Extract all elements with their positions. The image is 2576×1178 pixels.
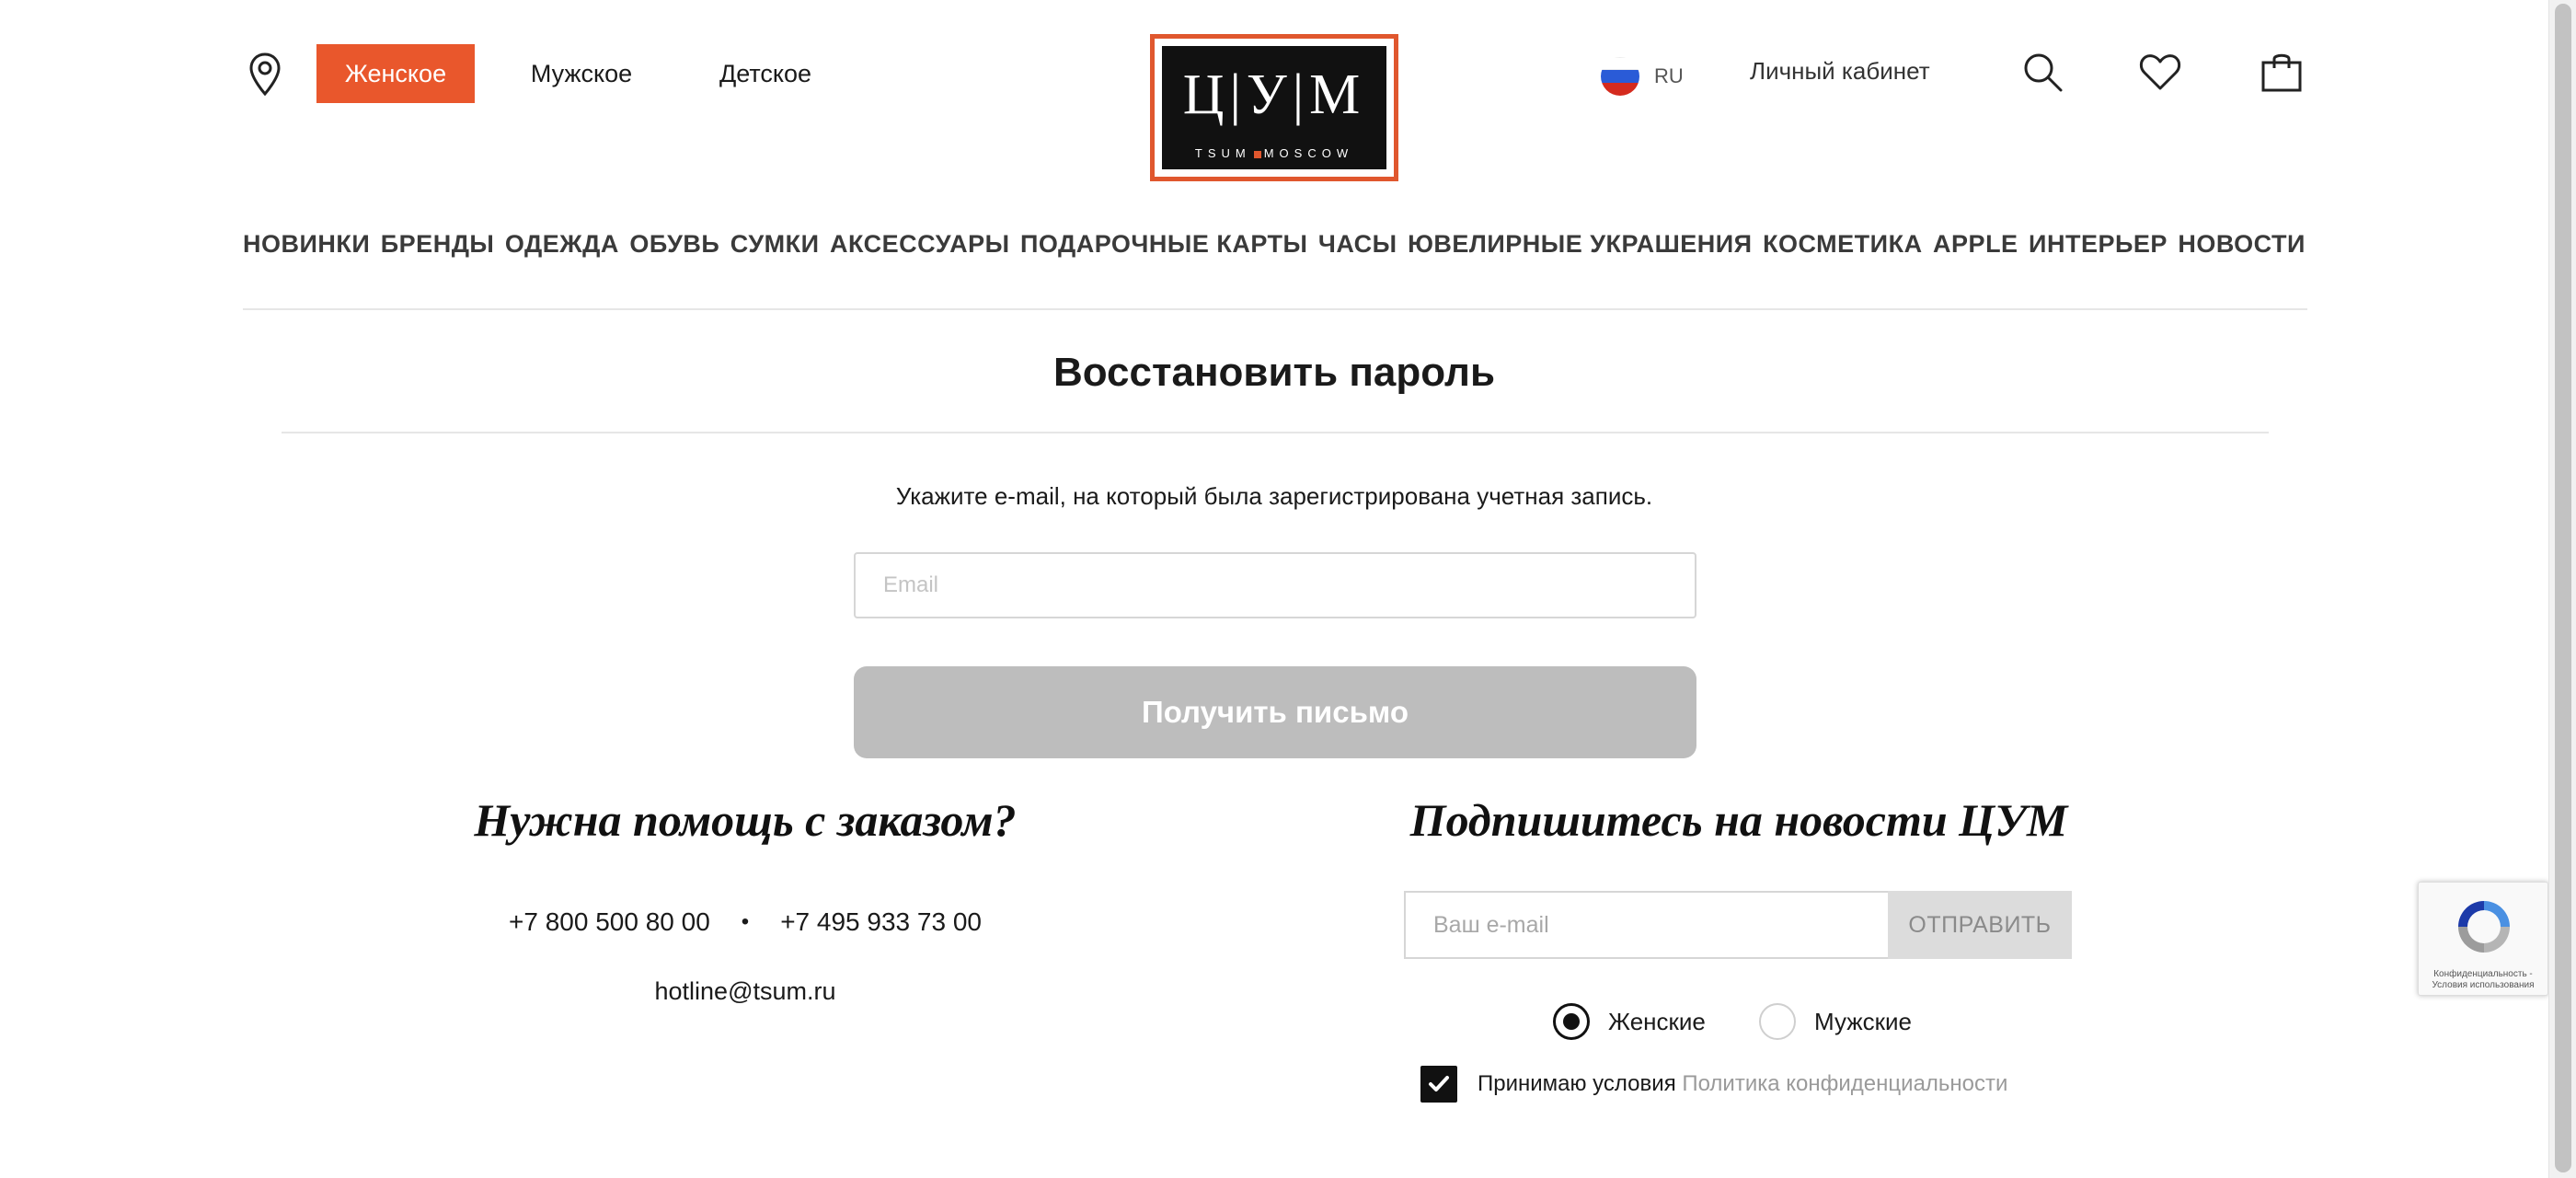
recaptcha-icon xyxy=(2458,901,2510,953)
nav-item-apple[interactable]: APPLE xyxy=(1933,230,2018,259)
recaptcha-text[interactable]: Конфиденциальность - Условия использован… xyxy=(2419,969,2547,991)
nav-item-clothing[interactable]: ОДЕЖДА xyxy=(505,230,619,259)
logo-letters: Ц|У|М xyxy=(1182,64,1366,126)
help-title: Нужна помощь с заказом? xyxy=(474,794,1017,846)
nav-item-gift-cards[interactable]: ПОДАРОЧНЫЕ КАРТЫ xyxy=(1020,230,1307,259)
tab-men[interactable]: Мужское xyxy=(515,44,648,103)
recovery-hint: Укажите e-mail, на который была зарегист… xyxy=(895,482,1653,510)
radio-women-circle[interactable] xyxy=(1553,1003,1590,1040)
phone-separator: • xyxy=(741,909,750,934)
nav-item-jewelry[interactable]: ЮВЕЛИРНЫЕ УКРАШЕНИЯ xyxy=(1408,230,1753,259)
privacy-policy-link[interactable]: Политика конфиденциальности xyxy=(1682,1071,2007,1096)
nav-item-interior[interactable]: ИНТЕРЬЕР xyxy=(2029,230,2168,259)
terms-text: Принимаю условия xyxy=(1478,1071,1676,1096)
hotline-email-link[interactable]: hotline@tsum.ru xyxy=(350,977,1141,1006)
terms-row: Принимаю условия Политика конфиденциальн… xyxy=(1420,1066,2007,1103)
check-icon xyxy=(1429,1076,1449,1091)
language-switcher[interactable]: RU xyxy=(1601,57,1684,96)
terms-label: Принимаю условия Политика конфиденциальн… xyxy=(1478,1071,2007,1097)
get-letter-button[interactable]: Получить письмо xyxy=(854,666,1696,758)
page-title: Восстановить пароль xyxy=(1052,350,1496,395)
logo-plate: Ц|У|М TSUM MOSCOW xyxy=(1162,46,1386,169)
site-header: Женское Мужское Детское Ц|У|М TSUM MOSCOW… xyxy=(0,0,2576,184)
tab-women[interactable]: Женское xyxy=(316,44,475,103)
radio-women[interactable]: Женские xyxy=(1553,1003,1706,1040)
subscribe-send-button[interactable]: ОТПРАВИТЬ xyxy=(1888,891,2072,959)
logo-subtitle-right: MOSCOW xyxy=(1263,146,1354,160)
nav-item-new[interactable]: НОВИНКИ xyxy=(243,230,370,259)
radio-men-circle[interactable] xyxy=(1759,1003,1796,1040)
nav-item-cosmetics[interactable]: КОСМЕТИКА xyxy=(1763,230,1923,259)
category-nav: НОВИНКИ БРЕНДЫ ОДЕЖДА ОБУВЬ СУМКИ АКСЕСС… xyxy=(243,230,2306,259)
radio-men[interactable]: Мужские xyxy=(1759,1003,1912,1040)
title-divider xyxy=(282,432,2269,433)
scroll-thumb[interactable] xyxy=(2555,4,2571,1172)
subscribe-email-field[interactable] xyxy=(1404,891,1890,959)
nav-item-watches[interactable]: ЧАСЫ xyxy=(1318,230,1397,259)
terms-checkbox[interactable] xyxy=(1420,1066,1457,1103)
flag-ru-icon xyxy=(1601,57,1639,96)
nav-item-accessories[interactable]: АКСЕССУАРЫ xyxy=(830,230,1009,259)
location-icon[interactable] xyxy=(247,52,283,98)
search-icon[interactable] xyxy=(2020,50,2064,94)
bag-icon[interactable] xyxy=(2260,50,2304,94)
radio-men-label: Мужские xyxy=(1814,1007,1912,1035)
phone-link-2[interactable]: +7 495 933 73 00 xyxy=(780,907,982,936)
radio-women-label: Женские xyxy=(1608,1007,1706,1035)
email-field[interactable] xyxy=(854,552,1696,618)
nav-item-shoes[interactable]: ОБУВЬ xyxy=(629,230,719,259)
phone-link-1[interactable]: +7 800 500 80 00 xyxy=(509,907,710,936)
nav-item-brands[interactable]: БРЕНДЫ xyxy=(381,230,495,259)
subscribe-title: Подпишитесь на новости ЦУМ xyxy=(1409,794,2068,846)
tab-kids[interactable]: Детское xyxy=(699,44,832,103)
recaptcha-badge[interactable]: Конфиденциальность - Условия использован… xyxy=(2418,882,2548,996)
logo-square xyxy=(1253,150,1261,158)
account-link[interactable]: Личный кабинет xyxy=(1750,57,1930,86)
tsum-logo[interactable]: Ц|У|М TSUM MOSCOW xyxy=(1150,34,1398,181)
logo-subtitle-left: TSUM xyxy=(1194,146,1251,160)
heart-icon[interactable] xyxy=(2138,50,2182,94)
nav-item-news[interactable]: НОВОСТИ xyxy=(2178,230,2306,259)
logo-subtitle: TSUM MOSCOW xyxy=(1162,146,1386,160)
nav-divider xyxy=(243,308,2307,310)
language-label: RU xyxy=(1654,64,1684,87)
help-phones: +7 800 500 80 00 • +7 495 933 73 00 xyxy=(350,907,1141,937)
page-scrollbar[interactable] xyxy=(2548,0,2576,1178)
nav-item-bags[interactable]: СУМКИ xyxy=(730,230,820,259)
